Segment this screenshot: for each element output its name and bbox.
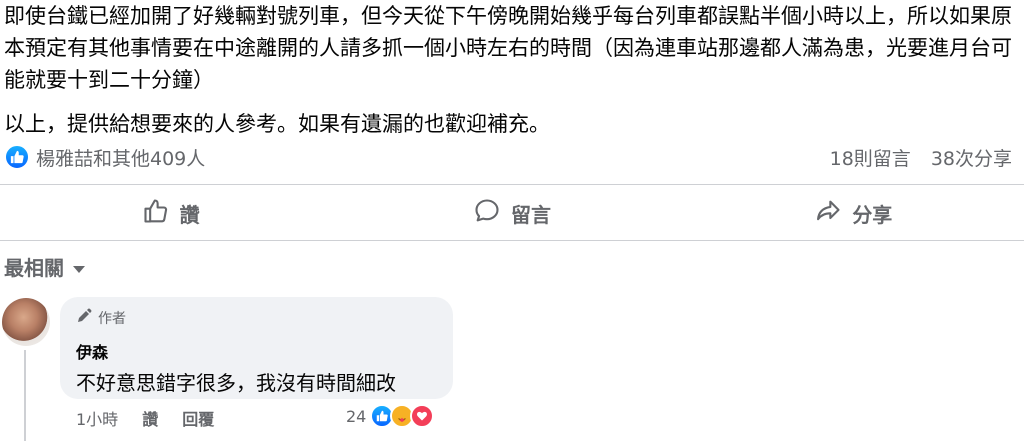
share-arrow-icon	[814, 197, 842, 230]
thumbs-up-icon	[142, 197, 170, 230]
reaction-count: 24	[346, 406, 367, 426]
author-badge: 作者	[76, 307, 437, 329]
thread-line	[24, 350, 26, 441]
comments-count[interactable]: 18則留言	[830, 144, 911, 171]
share-button[interactable]: 分享	[683, 190, 1024, 236]
sort-label: 最相關	[4, 256, 64, 280]
like-label: 讚	[179, 202, 200, 227]
reactors-summary[interactable]: 楊雅喆和其他409人	[4, 144, 205, 171]
like-reaction-icon	[4, 144, 30, 170]
share-label: 分享	[852, 202, 893, 227]
love-reaction-icon	[410, 404, 435, 428]
post-actions: 讚 留言 分享	[0, 190, 1024, 236]
comment-text: 不好意思錯字很多，我沒有時間細改	[76, 371, 396, 395]
pencil-icon	[76, 308, 92, 328]
post-paragraph: 以上，提供給想要來的人參考。如果有遺漏的也歡迎補充。	[4, 112, 550, 136]
comment-actions: 1小時 讚 回覆	[76, 406, 214, 430]
commenter-name[interactable]: 伊森	[76, 339, 437, 363]
comment-bubble: 作者 伊森 不好意思錯字很多，我沒有時間細改	[60, 297, 453, 399]
comment-button[interactable]: 留言	[341, 190, 682, 236]
comment-sort-dropdown[interactable]: 最相關	[4, 252, 86, 281]
speech-bubble-icon	[473, 197, 501, 230]
comment-timestamp[interactable]: 1小時	[76, 406, 118, 430]
shares-count[interactable]: 38次分享	[931, 144, 1012, 171]
comment-reply-button[interactable]: 回覆	[182, 406, 214, 430]
divider	[0, 240, 1024, 241]
divider	[0, 184, 1024, 185]
comment-like-button[interactable]: 讚	[142, 406, 158, 430]
like-button[interactable]: 讚	[0, 190, 341, 236]
author-badge-label: 作者	[98, 311, 126, 327]
avatar[interactable]	[2, 298, 50, 346]
post-stats: 楊雅喆和其他409人 18則留言 38次分享	[4, 140, 1012, 174]
post-body: 即使台鐵已經加開了好幾輛對號列車，但今天從下午傍晚開始幾乎每台列車都誤點半個小時…	[4, 0, 1020, 140]
comment-label: 留言	[510, 202, 551, 227]
caret-down-icon	[72, 255, 86, 279]
reactors-text[interactable]: 楊雅喆和其他409人	[36, 144, 205, 171]
post-paragraph: 即使台鐵已經加開了好幾輛對號列車，但今天從下午傍晚開始幾乎每台列車都誤點半個小時…	[4, 4, 1012, 92]
comment-reactions[interactable]: 24	[346, 404, 435, 428]
